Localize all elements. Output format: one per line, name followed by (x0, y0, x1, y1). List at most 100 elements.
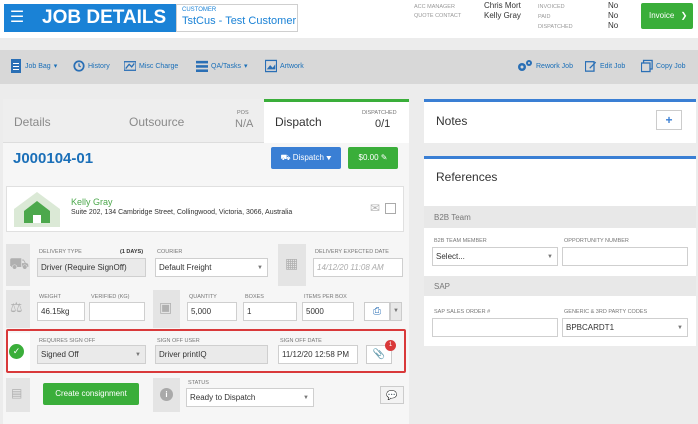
caret-down-icon: ▾ (243, 63, 248, 70)
invoiced-label: INVOICED (538, 4, 565, 10)
status-label: STATUS (188, 380, 209, 386)
copy-job-label: Copy Job (656, 62, 686, 70)
items-per-box-value: 5000 (306, 307, 324, 316)
scale-icon: ⚖ (10, 299, 23, 315)
tasks-icon (196, 60, 208, 72)
weight-value: 46.15kg (41, 307, 70, 316)
contact-address: Suite 202, 134 Cambridge Street, Colling… (71, 209, 293, 216)
image-icon (265, 59, 277, 73)
b2b-member-value: Select... (436, 252, 465, 261)
artwork-button[interactable]: Artwork (265, 56, 304, 76)
boxes-value: 1 (247, 307, 252, 316)
boxes-field[interactable]: 1 (243, 302, 297, 321)
misc-charge-label: Misc Charge (139, 62, 179, 70)
dispatch-button[interactable]: ⛟ Dispatch ▾ (271, 147, 341, 169)
caret-down-icon: ▼ (677, 324, 683, 331)
add-note-button[interactable]: + (656, 110, 682, 130)
status-select[interactable]: Ready to Dispatch ▼ (186, 388, 314, 407)
truck-icon: ⛟ (280, 153, 291, 162)
generic-codes-value: BPBCARDT1 (566, 323, 615, 332)
chevron-right-icon: ❯ (680, 11, 688, 20)
quantity-field[interactable]: 5,000 (187, 302, 237, 321)
comment-button[interactable]: 💬 (380, 386, 404, 404)
customer-name[interactable]: TstCus - Test Customer (182, 15, 296, 27)
misc-charge-button[interactable]: Misc Charge (124, 56, 178, 76)
rework-job-label: Rework Job (536, 62, 573, 70)
dispatched-count: 0/1 (375, 118, 391, 130)
tab-outsource[interactable]: Outsource (129, 115, 184, 129)
contact-name[interactable]: Kelly Gray (71, 197, 113, 207)
edit-job-button[interactable]: Edit Job (585, 56, 625, 76)
plus-icon: + (665, 113, 673, 127)
invoice-button-label: Invoice (649, 11, 675, 20)
dispatch-button-label: Dispatch (292, 153, 324, 162)
amount-button-label: $0.00 (358, 153, 379, 162)
weight-field[interactable]: 46.15kg (37, 302, 85, 321)
artwork-label: Artwork (280, 62, 304, 70)
rework-job-button[interactable]: Rework Job (517, 56, 573, 76)
delivery-type-field[interactable]: Driver (Require SignOff) (37, 258, 146, 277)
acc-manager-label: ACC MANAGER (414, 4, 455, 10)
verified-label: VERIFIED (KG) (91, 294, 130, 300)
contact-checkbox[interactable] (385, 203, 396, 214)
paid-label: PAID (538, 14, 551, 20)
opportunity-number-field[interactable] (562, 247, 688, 266)
courier-select[interactable]: Default Freight ▼ (155, 258, 268, 277)
create-consignment-button[interactable]: Create consignment (43, 383, 139, 405)
history-button[interactable]: History (73, 56, 110, 76)
edit-icon (585, 61, 597, 72)
status-value: Ready to Dispatch (190, 393, 256, 402)
copy-job-button[interactable]: Copy Job (641, 56, 686, 76)
speech-bubble-icon: 💬 (386, 390, 398, 400)
amount-button[interactable]: $0.00 ✎ (348, 147, 398, 169)
delivery-expected-field[interactable]: 14/12/20 11:08 AM (313, 258, 403, 277)
job-bag-button[interactable]: Job Bag ▾ (10, 56, 57, 76)
document-icon: ▤ (11, 386, 23, 400)
delivery-expected-value: 14/12/20 11:08 AM (317, 263, 384, 272)
dispatched-value: No (608, 21, 619, 30)
invoice-button[interactable]: Invoice ❯ (641, 3, 693, 29)
generic-codes-label: GENERIC & 3RD PARTY CODES (564, 309, 648, 315)
mail-icon[interactable]: ✉ (370, 201, 380, 215)
print-button[interactable]: ⎙ (364, 302, 390, 321)
boxes-label: BOXES (245, 294, 264, 300)
dispatched-label: DISPATCHED (538, 24, 573, 30)
signoff-highlight (6, 329, 406, 373)
quote-contact-value: Kelly Gray (484, 11, 521, 20)
sap-sales-order-label: SAP SALES ORDER # (434, 309, 491, 315)
misc-charge-icon (124, 61, 136, 71)
items-per-box-field[interactable]: 5000 (302, 302, 354, 321)
quote-contact-label: QUOTE CONTACT (414, 13, 462, 19)
job-id: J000104-01 (13, 150, 94, 167)
verified-field[interactable] (89, 302, 145, 321)
history-label: History (88, 62, 110, 70)
b2b-member-select[interactable]: Select... ▼ (432, 247, 558, 266)
copy-icon (641, 59, 653, 73)
pencil-icon: ✎ (380, 153, 388, 162)
tab-details[interactable]: Details (14, 115, 51, 129)
courier-label: COURIER (157, 249, 183, 255)
caret-down-icon: ▼ (547, 253, 553, 260)
quantity-value: 5,000 (191, 307, 212, 316)
document-icon (11, 59, 21, 73)
delivery-type-days: (1 DAYS) (120, 249, 144, 255)
qa-tasks-label: QA/Tasks (211, 62, 241, 70)
customer-label: CUSTOMER (182, 7, 217, 13)
info-icon: i (160, 388, 173, 401)
references-title: References (436, 170, 498, 184)
generic-codes-select[interactable]: BPBCARDT1 ▼ (562, 318, 688, 337)
pos-value: N/A (235, 118, 254, 130)
notes-title: Notes (436, 114, 468, 128)
home-address-icon (14, 192, 60, 227)
gears-icon (518, 60, 532, 71)
boxes-icon: ▣ (159, 299, 173, 315)
calendar-icon: ▦ (285, 255, 299, 271)
print-options-button[interactable]: ▼ (390, 302, 402, 321)
sap-sales-order-field[interactable] (432, 318, 558, 337)
b2b-section-title: B2B Team (434, 212, 471, 222)
menu-icon[interactable]: ☰ (4, 4, 30, 32)
delivery-expected-label: DELIVERY EXPECTED DATE (315, 249, 389, 255)
qa-tasks-button[interactable]: QA/Tasks ▾ (196, 56, 247, 76)
truck-icon: ⛟ (9, 256, 30, 273)
weight-label: WEIGHT (39, 294, 61, 300)
